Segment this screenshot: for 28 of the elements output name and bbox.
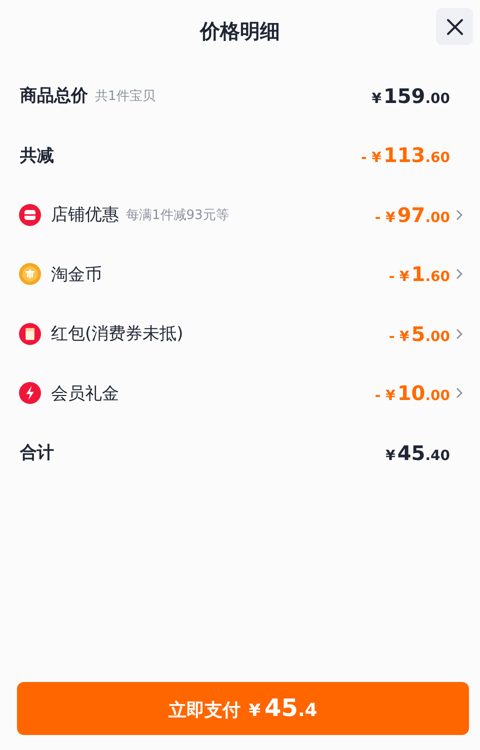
lightning-icon xyxy=(19,382,41,404)
pay-now-button[interactable]: 立即支付 ¥ 45.4 xyxy=(17,682,469,735)
coin-icon xyxy=(19,263,41,286)
price: - ¥1.60 xyxy=(388,262,450,286)
price: - ¥97.00 xyxy=(374,202,450,227)
price: - ¥113.60 xyxy=(361,143,450,168)
row-label: 店铺优惠 xyxy=(51,204,119,226)
price: - ¥10.00 xyxy=(374,381,450,406)
close-button[interactable] xyxy=(436,8,473,45)
chevron-right-icon[interactable] xyxy=(455,328,463,340)
row-label: 合计 xyxy=(20,442,54,464)
row-note: 每满1件减93元等 xyxy=(126,206,229,224)
row-label: 会员礼金 xyxy=(51,382,119,405)
close-icon xyxy=(446,18,464,36)
row-label: 共减 xyxy=(20,144,54,167)
chevron-right-icon[interactable] xyxy=(455,268,463,280)
shop-icon xyxy=(19,204,41,226)
price: ¥45.40 xyxy=(386,440,450,465)
row-note: 共1件宝贝 xyxy=(95,88,156,105)
sheet-title: 价格明细 xyxy=(200,18,280,44)
price: ¥159.00 xyxy=(372,84,450,108)
row-label: 红包(消费券未抵) xyxy=(51,323,184,346)
price: - ¥5.00 xyxy=(388,322,450,346)
row-label: 淘金币 xyxy=(51,264,102,286)
row-label: 商品总价 xyxy=(20,85,88,108)
chevron-right-icon[interactable] xyxy=(455,387,463,400)
envelope-icon xyxy=(19,322,41,345)
chevron-right-icon[interactable] xyxy=(455,208,463,221)
